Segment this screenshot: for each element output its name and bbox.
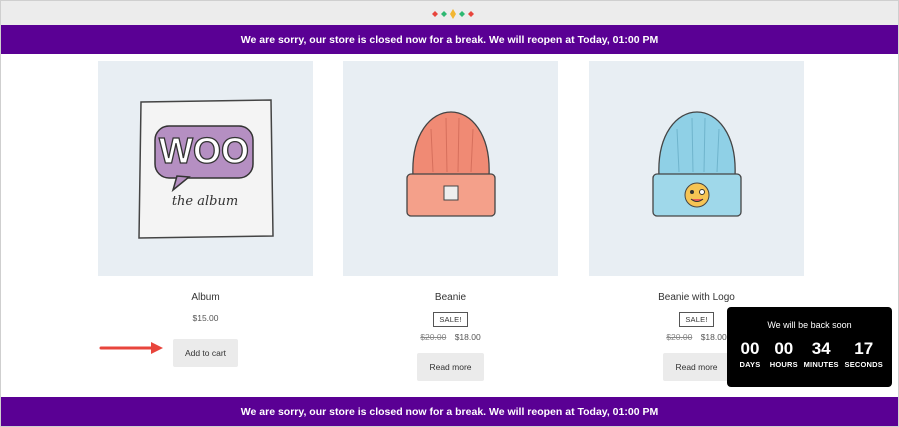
notice-text: We are sorry, our store is closed now fo… — [240, 405, 659, 418]
days-label: DAYS — [739, 360, 761, 369]
minutes-value: 34 — [811, 339, 831, 358]
product-card-album: WOO the album Album $15.00 Add to cart — [98, 61, 313, 367]
sale-badge: SALE! — [433, 312, 468, 327]
album-logo-text: WOO — [159, 130, 249, 171]
hours-value: 00 — [774, 339, 794, 358]
seconds-label: SECONDS — [844, 360, 883, 369]
countdown-hours: 00 HOURS — [769, 339, 798, 370]
countdown-days: 00 DAYS — [736, 339, 764, 370]
store-closed-notice-top: We are sorry, our store is closed now fo… — [1, 25, 898, 54]
old-price: $20.00 — [666, 332, 693, 342]
countdown-minutes: 34 MINUTES — [803, 339, 839, 370]
current-price: $15.00 — [192, 313, 219, 323]
countdown-timer: We will be back soon 00 DAYS 00 HOURS 34… — [727, 307, 892, 387]
site-header — [1, 1, 898, 25]
countdown-grid: 00 DAYS 00 HOURS 34 MINUTES 17 SECONDS — [727, 339, 892, 370]
beanie-artwork-icon — [405, 110, 496, 217]
product-name[interactable]: Beanie with Logo — [589, 292, 804, 306]
product-price: $15.00 — [98, 313, 313, 323]
old-price: $20.00 — [420, 332, 447, 342]
red-arrow-icon — [99, 342, 163, 354]
product-image-album[interactable]: WOO the album — [98, 61, 313, 276]
seconds-value: 17 — [854, 339, 874, 358]
product-price: $20.00 $18.00 — [343, 332, 558, 342]
sale-badge: SALE! — [679, 312, 714, 327]
current-price: $18.00 — [454, 332, 481, 342]
product-image-beanie[interactable] — [343, 61, 558, 276]
product-card-beanie: Beanie SALE! $20.00 $18.00 Read more — [343, 61, 558, 381]
album-artwork-icon: WOO the album — [138, 99, 274, 239]
days-value: 00 — [740, 339, 760, 358]
product-name[interactable]: Album — [98, 292, 313, 306]
notice-text: We are sorry, our store is closed now fo… — [240, 33, 659, 46]
countdown-seconds: 17 SECONDS — [844, 339, 884, 370]
current-price: $18.00 — [700, 332, 727, 342]
store-page: We are sorry, our store is closed now fo… — [0, 0, 899, 427]
read-more-button[interactable]: Read more — [417, 353, 484, 381]
minutes-label: MINUTES — [803, 360, 839, 369]
hours-label: HOURS — [769, 360, 798, 369]
countdown-title: We will be back soon — [767, 320, 852, 330]
site-logo-icon[interactable] — [429, 8, 475, 20]
store-closed-notice-bottom: We are sorry, our store is closed now fo… — [1, 397, 898, 426]
album-subtitle-text: the album — [172, 194, 238, 209]
add-to-cart-button[interactable]: Add to cart — [172, 339, 239, 367]
beanie-logo-artwork-icon — [651, 110, 742, 217]
product-image-beanie-with-logo[interactable] — [589, 61, 804, 276]
read-more-button[interactable]: Read more — [663, 353, 730, 381]
product-name[interactable]: Beanie — [343, 292, 558, 306]
